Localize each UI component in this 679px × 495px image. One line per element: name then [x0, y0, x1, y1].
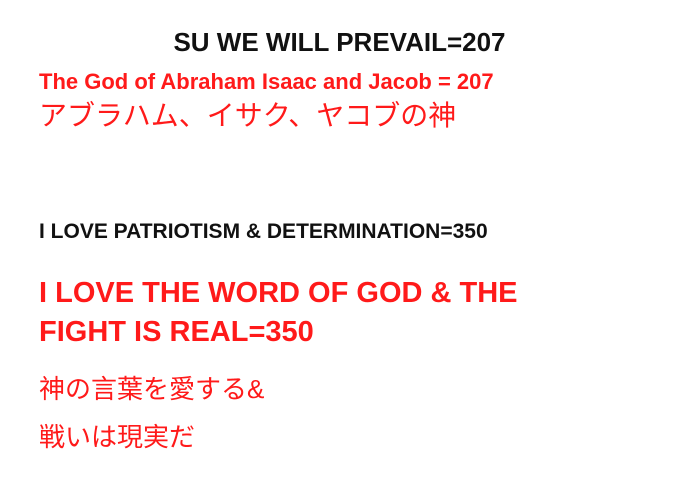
heading-prevail-207: SU WE WILL PREVAIL=207	[173, 27, 506, 57]
japanese-god-abraham-line: アブラハム、イサク、ヤコブの神	[39, 100, 457, 131]
japanese-word-of-god-line-2: 戦いは現実だ	[39, 422, 196, 452]
subheading-god-abraham-207: The God of Abraham Isaac and Jacob = 207	[39, 69, 494, 94]
word-of-god-line-1: I LOVE THE WORD OF GOD & THE	[39, 277, 518, 309]
heading-patriotism-350: I LOVE PATRIOTISM & DETERMINATION=350	[39, 220, 488, 243]
japanese-word-of-god-line-1: 神の言葉を愛する&	[39, 374, 265, 404]
word-of-god-line-2: FIGHT IS REAL=350	[39, 316, 314, 348]
